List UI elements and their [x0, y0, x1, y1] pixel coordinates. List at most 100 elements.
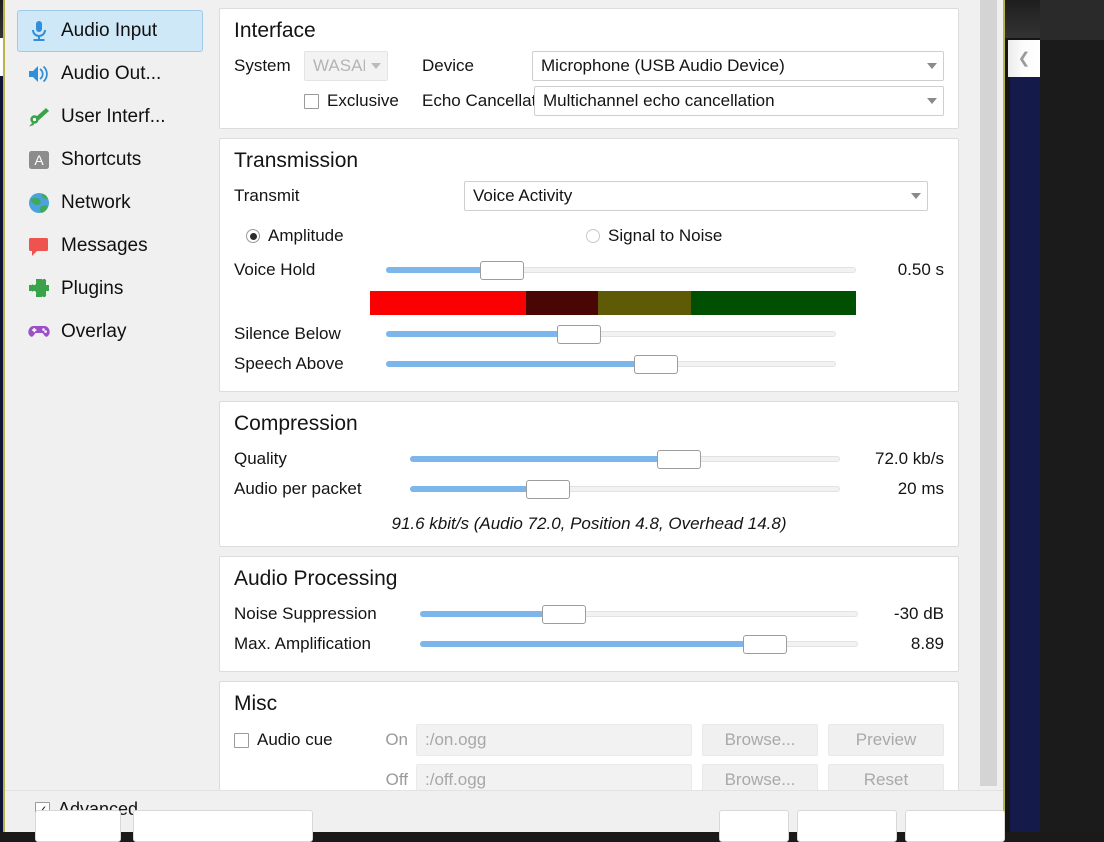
audio-cue-checkbox-row[interactable]: Audio cue	[234, 730, 374, 750]
slider-handle[interactable]	[542, 605, 586, 624]
dialog-bottom-bar: ✓ Advanced	[5, 790, 1003, 832]
slider-fill	[386, 361, 656, 367]
amplitude-radio[interactable]	[246, 229, 260, 243]
system-label: System	[234, 56, 298, 76]
chevron-down-icon	[371, 63, 381, 69]
chevron-down-icon	[927, 98, 937, 104]
speech-bubble-icon	[26, 233, 52, 259]
transmit-combo[interactable]: Voice Activity	[464, 181, 928, 211]
chevron-down-icon	[911, 193, 921, 199]
content-scrollbar[interactable]	[980, 0, 997, 790]
browse-on-label: Browse...	[725, 730, 796, 750]
sidebar-item-audio-output[interactable]: Audio Out...	[17, 53, 203, 95]
settings-content: Interface System WASAPI Device Microphon…	[219, 0, 959, 790]
sidebar-item-label: Network	[61, 192, 131, 214]
speaker-icon	[26, 61, 52, 87]
transmit-combo-value: Voice Activity	[473, 186, 905, 206]
noise-suppression-slider[interactable]	[420, 603, 858, 625]
amplitude-radio-row[interactable]: Amplitude	[246, 226, 586, 246]
collapse-panel-button[interactable]: ❮	[1008, 40, 1040, 77]
audio-cue-on-value: :/on.ogg	[425, 730, 486, 750]
speech-above-slider[interactable]	[386, 353, 836, 375]
audio-per-packet-value: 20 ms	[856, 479, 944, 499]
dialog-button-2[interactable]	[133, 810, 313, 842]
audio-per-packet-slider[interactable]	[410, 478, 840, 500]
transmission-panel: Transmission Transmit Voice Activity Amp…	[219, 138, 959, 392]
echo-cancellation-combo[interactable]: Multichannel echo cancellation	[534, 86, 944, 116]
preview-label: Preview	[856, 730, 916, 750]
amplitude-label: Amplitude	[268, 226, 344, 246]
echo-cancellation-value: Multichannel echo cancellation	[543, 91, 921, 111]
audio-cue-on-input[interactable]: :/on.ogg	[416, 724, 692, 756]
signal-to-noise-radio-row[interactable]: Signal to Noise	[586, 226, 722, 246]
desktop-navy-right	[1010, 40, 1040, 832]
dialog-button-3[interactable]	[719, 810, 789, 842]
speech-above-label: Speech Above	[234, 354, 370, 374]
noise-suppression-value: -30 dB	[874, 604, 944, 624]
slider-handle[interactable]	[526, 480, 570, 499]
slider-handle[interactable]	[743, 635, 787, 654]
system-combo-value: WASAPI	[313, 56, 365, 76]
misc-title: Misc	[234, 692, 944, 716]
max-amplification-value: 8.89	[874, 634, 944, 654]
max-amplification-label: Max. Amplification	[234, 634, 404, 654]
slider-handle[interactable]	[634, 355, 678, 374]
window-body: Audio Input Audio Out...	[5, 0, 1003, 790]
gamepad-icon	[26, 319, 52, 345]
browse-off-button[interactable]: Browse...	[702, 764, 818, 790]
sidebar-item-messages[interactable]: Messages	[17, 225, 203, 267]
sidebar-item-network[interactable]: Network	[17, 182, 203, 224]
chevron-left-icon: ❮	[1018, 51, 1031, 66]
bandwidth-summary: 91.6 kbit/s (Audio 72.0, Position 4.8, O…	[234, 514, 944, 534]
sidebar-item-shortcuts[interactable]: A Shortcuts	[17, 139, 203, 181]
voice-hold-value: 0.50 s	[872, 260, 944, 280]
dialog-button-5[interactable]	[905, 810, 1005, 842]
audio-cue-on-label: On	[374, 730, 408, 750]
svg-text:A: A	[34, 152, 44, 168]
slider-fill	[386, 331, 579, 337]
transmit-label: Transmit	[234, 186, 464, 206]
exclusive-checkbox[interactable]	[304, 94, 319, 109]
exclusive-checkbox-row[interactable]: Exclusive	[304, 91, 388, 111]
dialog-button-1[interactable]	[35, 810, 121, 842]
sidebar-item-plugins[interactable]: Plugins	[17, 268, 203, 310]
sidebar-item-label: Messages	[61, 235, 148, 257]
echo-cancellation-label: Echo Cancellation	[422, 91, 532, 111]
sidebar-item-audio-input[interactable]: Audio Input	[17, 10, 203, 52]
chevron-down-icon	[927, 63, 937, 69]
compression-title: Compression	[234, 412, 944, 436]
browse-on-button[interactable]: Browse...	[702, 724, 818, 756]
slider-handle[interactable]	[557, 325, 601, 344]
desktop-right-panel	[1040, 0, 1104, 832]
sidebar-item-label: Audio Out...	[61, 63, 161, 85]
max-amplification-slider[interactable]	[420, 633, 858, 655]
device-combo[interactable]: Microphone (USB Audio Device)	[532, 51, 944, 81]
quality-value: 72.0 kb/s	[856, 449, 944, 469]
voice-hold-slider[interactable]	[386, 259, 856, 281]
slider-handle[interactable]	[480, 261, 524, 280]
sidebar-item-overlay[interactable]: Overlay	[17, 311, 203, 353]
globe-icon	[26, 190, 52, 216]
compression-panel: Compression Quality 72.0 kb/s Audio per …	[219, 401, 959, 547]
slider-handle[interactable]	[657, 450, 701, 469]
audio-cue-checkbox[interactable]	[234, 733, 249, 748]
reset-button[interactable]: Reset	[828, 764, 944, 790]
audio-cue-off-input[interactable]: :/off.ogg	[416, 764, 692, 790]
system-combo[interactable]: WASAPI	[304, 51, 388, 81]
quality-slider[interactable]	[410, 448, 840, 470]
signal-to-noise-radio[interactable]	[586, 229, 600, 243]
keyboard-key-icon: A	[26, 147, 52, 173]
silence-below-slider[interactable]	[386, 323, 836, 345]
scrollbar-thumb[interactable]	[980, 0, 997, 786]
audio-cue-off-label: Off	[374, 770, 408, 790]
exclusive-label: Exclusive	[327, 91, 399, 111]
device-label: Device	[422, 56, 532, 76]
microphone-icon	[26, 18, 52, 44]
reset-label: Reset	[864, 770, 908, 790]
misc-panel: Misc Audio cue On :/on.ogg Browse...	[219, 681, 959, 790]
slider-fill	[410, 456, 679, 462]
sidebar-item-user-interface[interactable]: User Interf...	[17, 96, 203, 138]
dialog-button-4[interactable]	[797, 810, 897, 842]
preview-button[interactable]: Preview	[828, 724, 944, 756]
settings-window: Audio Input Audio Out...	[3, 0, 1005, 832]
